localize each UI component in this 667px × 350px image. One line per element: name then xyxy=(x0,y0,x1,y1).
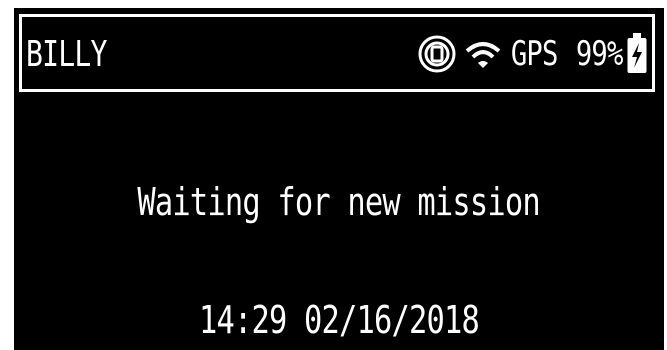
battery-charging-icon xyxy=(626,33,648,75)
status-icons: GPS 99% xyxy=(417,31,648,77)
gps-label: GPS xyxy=(510,34,559,74)
status-message: Waiting for new mission xyxy=(14,180,664,224)
status-bar: BILLY GPS 99% xyxy=(19,14,655,92)
status-message-text: Waiting for new mission xyxy=(137,180,541,224)
vibrate-icon xyxy=(417,34,457,74)
wifi-icon xyxy=(465,39,501,69)
datetime-text: 14:29 02/16/2018 xyxy=(198,298,480,342)
device-name: BILLY xyxy=(26,34,107,75)
battery-percentage: 99% xyxy=(575,34,623,74)
datetime: 14:29 02/16/2018 xyxy=(14,298,664,342)
device-screen: BILLY GPS 99% Waiting for new mission 14… xyxy=(14,8,664,350)
